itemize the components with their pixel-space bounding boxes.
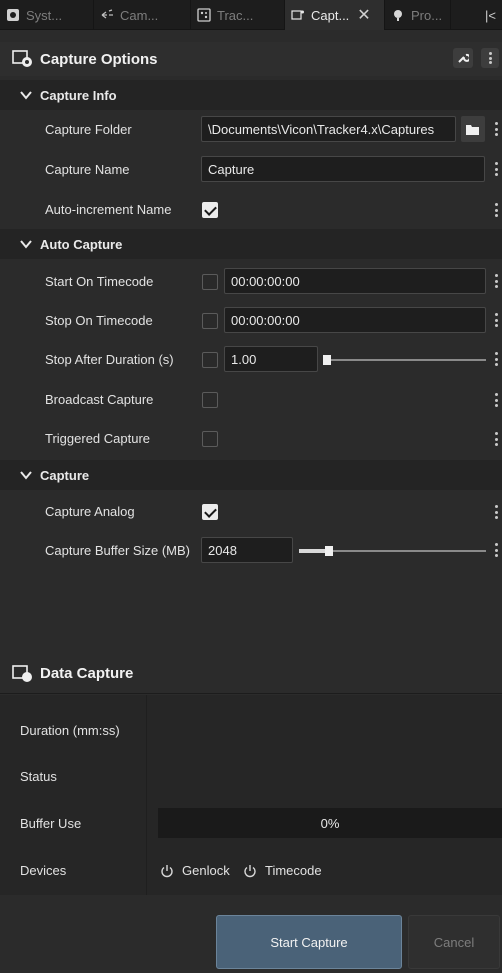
triggered-capture-row: Triggered Capture xyxy=(0,419,502,458)
capture-name-row: Capture Name Capture xyxy=(0,150,502,189)
row-menu-icon[interactable] xyxy=(494,432,498,446)
broadcast-capture-row: Broadcast Capture xyxy=(0,380,502,419)
capture-icon xyxy=(291,8,305,22)
capture-folder-field[interactable]: \Documents\Vicon\Tracker4.x\Captures xyxy=(201,116,456,142)
panel-menu-button[interactable] xyxy=(481,48,499,68)
row-menu-icon[interactable] xyxy=(494,122,498,136)
power-icon xyxy=(244,864,256,877)
start-timecode-row: Start On Timecode 00:00:00:00 xyxy=(0,262,502,301)
cancel-button[interactable]: Cancel xyxy=(408,915,500,969)
duration-slider-track[interactable] xyxy=(323,359,486,361)
capture-folder-row: Capture Folder \Documents\Vicon\Tracker4… xyxy=(0,110,502,149)
data-capture-icon xyxy=(12,664,32,682)
collapse-left-icon: |< xyxy=(485,7,496,23)
start-timecode-field[interactable]: 00:00:00:00 xyxy=(224,268,486,294)
device-timecode: Timecode xyxy=(243,863,322,878)
capture-analog-checkbox[interactable] xyxy=(202,504,218,520)
start-timecode-checkbox[interactable] xyxy=(202,274,218,290)
close-tab-icon[interactable]: ✕ xyxy=(357,5,370,25)
chevron-down-icon xyxy=(20,471,32,480)
buffer-slider-handle[interactable] xyxy=(325,546,333,556)
settings-wrench-button[interactable] xyxy=(453,48,473,68)
tab-processing[interactable]: Pro... xyxy=(385,0,451,30)
chevron-down-icon xyxy=(20,240,32,249)
row-menu-icon[interactable] xyxy=(494,543,498,557)
camera-rays-icon xyxy=(100,8,114,22)
power-icon xyxy=(161,864,173,877)
start-capture-button[interactable]: Start Capture xyxy=(216,915,402,969)
gear-icon xyxy=(6,8,20,22)
tab-capture[interactable]: Capt... ✕ xyxy=(285,0,385,30)
row-menu-icon[interactable] xyxy=(494,162,498,176)
data-capture-panel: Duration (mm:ss) Status Buffer Use 0% De… xyxy=(0,695,502,895)
data-capture-header: Data Capture xyxy=(0,654,502,694)
duration-slider-handle[interactable] xyxy=(323,355,331,365)
tab-system[interactable]: Syst... xyxy=(0,0,94,30)
row-menu-icon[interactable] xyxy=(494,203,498,217)
footer: Start Capture Cancel xyxy=(0,895,502,973)
broadcast-capture-checkbox[interactable] xyxy=(202,392,218,408)
buffer-slider-fill xyxy=(299,549,325,553)
device-genlock: Genlock xyxy=(160,863,230,878)
auto-increment-checkbox[interactable] xyxy=(202,202,218,218)
more-icon xyxy=(488,52,492,64)
page-title: Capture Options xyxy=(40,50,158,68)
tab-tracking[interactable]: Trac... xyxy=(191,0,285,30)
tab-bar: Syst... Cam... Trac... Capt... ✕ Pro... … xyxy=(0,0,502,30)
capture-settings-icon xyxy=(12,50,32,67)
section-auto-capture[interactable]: Auto Capture xyxy=(0,229,502,259)
row-menu-icon[interactable] xyxy=(494,313,498,327)
stop-duration-row: Stop After Duration (s) 1.00 xyxy=(0,340,502,379)
section-capture-info[interactable]: Capture Info xyxy=(0,80,502,110)
processing-icon xyxy=(391,8,405,22)
stop-timecode-field[interactable]: 00:00:00:00 xyxy=(224,307,486,333)
devices-label: Devices xyxy=(20,863,67,878)
tracking-dots-icon xyxy=(197,8,211,22)
tab-cameras[interactable]: Cam... xyxy=(94,0,191,30)
buffer-size-row: Capture Buffer Size (MB) 2048 xyxy=(0,531,502,570)
capture-analog-row: Capture Analog xyxy=(0,492,502,531)
chevron-down-icon xyxy=(20,91,32,100)
triggered-capture-checkbox[interactable] xyxy=(202,431,218,447)
data-capture-title: Data Capture xyxy=(40,665,134,682)
buffer-size-field[interactable]: 2048 xyxy=(201,537,293,563)
stop-timecode-row: Stop On Timecode 00:00:00:00 xyxy=(0,301,502,340)
buffer-use-label: Buffer Use xyxy=(20,816,82,831)
buffer-use-value: 0% xyxy=(320,815,340,831)
auto-increment-row: Auto-increment Name xyxy=(0,190,502,229)
tab-scroll-left[interactable]: |< xyxy=(451,0,502,30)
stop-duration-checkbox[interactable] xyxy=(202,352,218,368)
duration-field[interactable]: 1.00 xyxy=(224,346,318,372)
folder-open-icon xyxy=(466,125,479,135)
row-menu-icon[interactable] xyxy=(494,505,498,519)
row-menu-icon[interactable] xyxy=(494,274,498,288)
section-capture[interactable]: Capture xyxy=(0,460,502,490)
capture-name-field[interactable]: Capture xyxy=(201,156,485,182)
buffer-use-bar: 0% xyxy=(158,808,502,838)
status-label: Status xyxy=(20,769,57,784)
row-menu-icon[interactable] xyxy=(494,352,498,366)
stop-timecode-checkbox[interactable] xyxy=(202,313,218,329)
duration-label: Duration (mm:ss) xyxy=(20,723,120,738)
wrench-icon xyxy=(458,53,469,63)
browse-folder-button[interactable] xyxy=(461,116,485,142)
row-menu-icon[interactable] xyxy=(494,393,498,407)
capture-options-header: Capture Options xyxy=(0,42,502,76)
